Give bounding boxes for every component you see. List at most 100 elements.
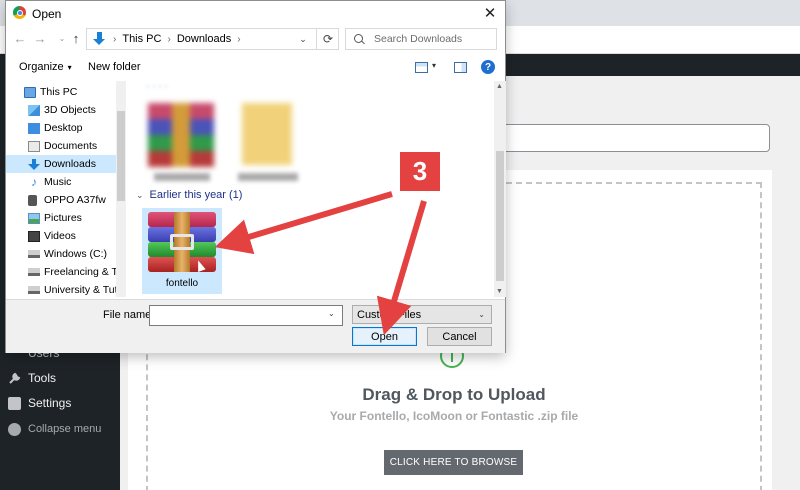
collapse-icon: [8, 422, 21, 436]
sidebar-item-label: Freelancing & Te: [44, 266, 116, 278]
downloads-folder-icon: [93, 32, 107, 46]
recent-locations-icon[interactable]: ⌄: [55, 32, 69, 46]
sidebar-item-label: 3D Objects: [44, 104, 96, 116]
sidebar-item-music[interactable]: ♪ Music: [6, 173, 116, 191]
file-list-scrollbar[interactable]: ▲ ▼: [494, 81, 506, 297]
sidebar-item-3d-objects[interactable]: 3D Objects: [6, 101, 116, 119]
sidebar-item-label: University & Tut: [44, 284, 116, 296]
sidebar-item-oppo[interactable]: OPPO A37fw: [6, 191, 116, 209]
file-name-input[interactable]: [149, 305, 343, 326]
file-type-value: Custom Files: [357, 308, 422, 321]
sidebar-item-videos[interactable]: Videos: [6, 227, 116, 245]
upload-subtitle: Your Fontello, IcoMoon or Fontastic .zip…: [329, 409, 579, 423]
preview-pane-icon[interactable]: [454, 62, 467, 73]
sidebar-item-label: Documents: [44, 140, 98, 152]
breadcrumb-this-pc[interactable]: This PC: [122, 33, 161, 45]
drive-icon: [28, 268, 40, 276]
address-bar[interactable]: › This PC › Downloads › ⌄: [86, 28, 339, 50]
3d-objects-icon: [28, 104, 40, 116]
tools-icon: [8, 372, 21, 385]
navigation-pane: This PC 3D Objects Desktop Documents Dow…: [6, 81, 116, 297]
phone-icon: [28, 194, 37, 206]
breadcrumb-separator: ›: [113, 33, 117, 45]
search-placeholder: Search Downloads: [374, 33, 463, 45]
file-name-dropdown-icon[interactable]: ⌄: [328, 309, 335, 318]
scroll-up-icon[interactable]: ▲: [496, 83, 503, 90]
scrollbar-thumb[interactable]: [117, 111, 125, 201]
sidebar-item-label: Videos: [44, 230, 76, 242]
search-input[interactable]: Search Downloads: [345, 28, 497, 50]
address-row: ← → ⌄ ↑ › This PC › Downloads › ⌄ ⟳ Sear…: [6, 27, 505, 53]
view-options-icon[interactable]: ▾: [432, 61, 436, 70]
dialog-titlebar[interactable]: Open ✕: [6, 1, 505, 25]
organize-button[interactable]: Organize ▾: [19, 61, 72, 73]
organize-label: Organize: [19, 61, 64, 73]
sidebar-item-label: This PC: [40, 86, 78, 98]
address-dropdown-icon[interactable]: ⌄: [292, 29, 314, 49]
back-arrow-icon[interactable]: ←: [13, 32, 27, 46]
documents-icon: [28, 140, 40, 152]
chrome-icon: [13, 6, 26, 19]
scrollbar-thumb[interactable]: [496, 151, 504, 281]
open-button[interactable]: Open: [352, 327, 417, 346]
file-type-select[interactable]: Custom Files ⌄: [352, 305, 492, 324]
settings-icon: [8, 396, 21, 410]
blurred-file-caption: [154, 173, 210, 181]
refresh-icon[interactable]: ⟳: [316, 28, 339, 50]
blurred-folder-thumbnail[interactable]: [242, 103, 292, 165]
pictures-icon: [28, 212, 40, 224]
wp-menu-tools[interactable]: Tools: [8, 368, 56, 388]
sidebar-item-university[interactable]: University & Tut: [6, 281, 116, 297]
breadcrumb-separator: ›: [237, 33, 241, 45]
command-bar: Organize ▾ New folder ▾ ?: [6, 57, 505, 79]
blurred-group-header: · · · ·: [146, 81, 168, 92]
blurred-archive-thumbnail[interactable]: [148, 103, 214, 167]
drive-icon: [28, 250, 40, 258]
cancel-button[interactable]: Cancel: [427, 327, 492, 346]
winrar-archive-icon: [148, 212, 216, 272]
sidebar-item-downloads[interactable]: Downloads: [6, 155, 116, 173]
sidebar-item-label: Pictures: [44, 212, 82, 224]
chevron-down-icon: ⌄: [136, 189, 144, 200]
navigation-scrollbar[interactable]: [116, 81, 126, 297]
breadcrumb-downloads[interactable]: Downloads: [177, 33, 231, 45]
sidebar-item-pictures[interactable]: Pictures: [6, 209, 116, 227]
help-icon[interactable]: ?: [481, 60, 495, 74]
sidebar-item-label: Downloads: [44, 158, 96, 170]
wp-menu-label: Tools: [28, 371, 57, 385]
wp-menu-settings[interactable]: Settings: [8, 393, 71, 413]
sidebar-item-freelancing[interactable]: Freelancing & Te: [6, 263, 116, 281]
sidebar-item-windows-c[interactable]: Windows (C:): [6, 245, 116, 263]
close-button[interactable]: ✕: [475, 1, 505, 25]
videos-icon: [28, 230, 40, 242]
sidebar-item-label: OPPO A37fw: [44, 194, 106, 206]
group-header-label: Earlier this year (1): [149, 189, 243, 201]
forward-arrow-icon[interactable]: →: [33, 32, 47, 46]
file-item-fontello[interactable]: fontello: [142, 208, 222, 294]
group-header-earlier-this-year[interactable]: ⌄ Earlier this year (1): [136, 189, 242, 201]
wp-menu-collapse[interactable]: Collapse menu: [8, 419, 101, 439]
search-icon: [354, 33, 365, 45]
up-arrow-icon[interactable]: ↑: [69, 32, 83, 46]
sidebar-item-this-pc[interactable]: This PC: [6, 83, 116, 101]
sidebar-item-desktop[interactable]: Desktop: [6, 119, 116, 137]
dialog-title: Open: [32, 7, 62, 21]
downloads-icon: [28, 158, 40, 170]
desktop-icon: [28, 122, 40, 134]
chevron-down-icon: ⌄: [478, 310, 485, 319]
file-name-field-label: File name:: [103, 309, 155, 321]
text-field[interactable]: [500, 124, 770, 152]
scroll-down-icon[interactable]: ▼: [496, 288, 503, 295]
new-folder-button[interactable]: New folder: [88, 61, 141, 73]
sidebar-item-label: Desktop: [44, 122, 83, 134]
sidebar-item-documents[interactable]: Documents: [6, 137, 116, 155]
browse-button[interactable]: CLICK HERE TO BROWSE: [384, 450, 523, 475]
sidebar-item-label: Windows (C:): [44, 248, 108, 260]
drive-icon: [28, 286, 40, 294]
blurred-file-caption: [238, 173, 298, 181]
file-name-label: fontello: [165, 278, 199, 289]
wp-menu-label: Collapse menu: [28, 423, 102, 435]
dialog-footer: File name: ⌄ Custom Files ⌄ Open Cancel: [6, 299, 505, 353]
change-view-icon[interactable]: [415, 62, 428, 73]
breadcrumb-separator: ›: [167, 33, 171, 45]
